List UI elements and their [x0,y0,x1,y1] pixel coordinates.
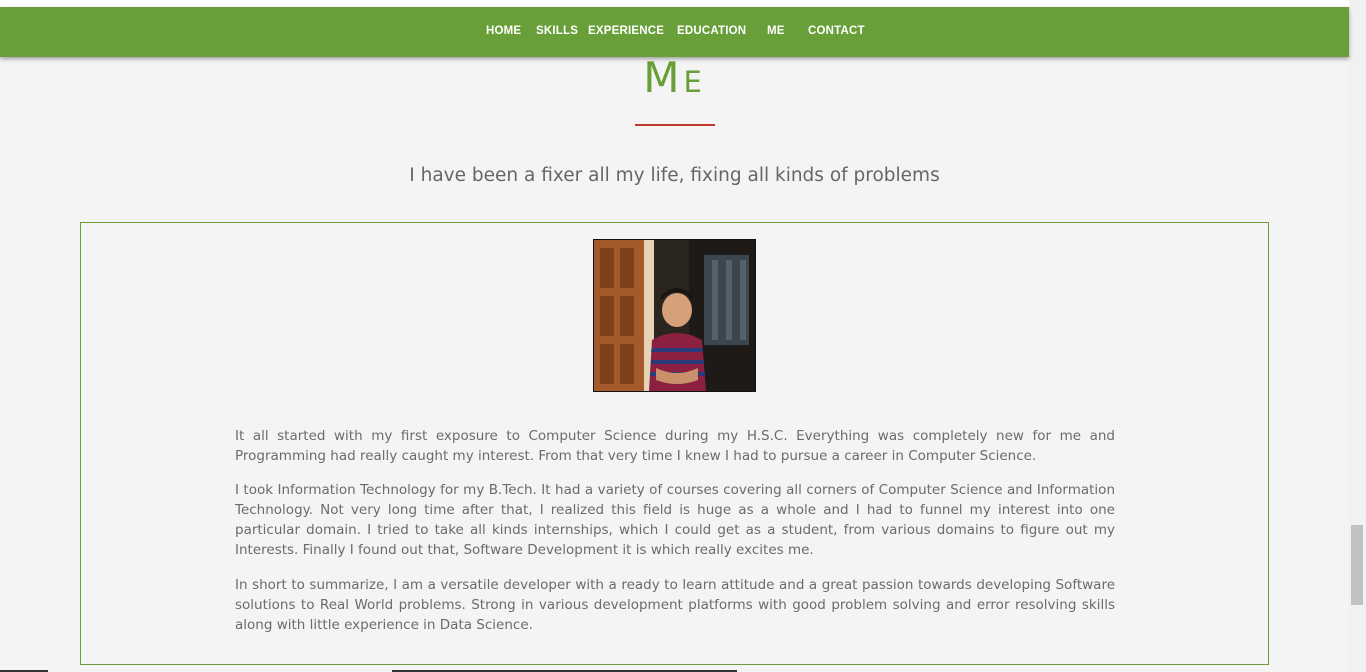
nav-me[interactable]: ME [767,25,785,37]
profile-photo-image [594,240,755,391]
navbar: HOME SKILLS EXPERIENCE EDUCATION ME CONT… [0,7,1349,57]
nav-experience[interactable]: EXPERIENCE [588,25,664,37]
scrollbar-thumb[interactable] [1351,525,1363,605]
nav-skills[interactable]: SKILLS [536,25,578,37]
nav-contact[interactable]: CONTACT [808,25,865,37]
nav-home[interactable]: HOME [486,25,521,37]
section-subtitle: I have been a fixer all my life, fixing … [409,165,940,186]
bio-paragraph-1: It all started with my first exposure to… [235,428,1115,464]
title-underline [635,124,715,126]
nav-education[interactable]: EDUCATION [677,25,746,37]
profile-photo [593,239,756,392]
section-title: Me [643,53,706,102]
bio-paragraph-3: In short to summarize, I am a versatile … [235,577,1115,633]
top-strip [0,0,1366,7]
bio-paragraph-2: I took Information Technology for my B.T… [235,482,1115,558]
